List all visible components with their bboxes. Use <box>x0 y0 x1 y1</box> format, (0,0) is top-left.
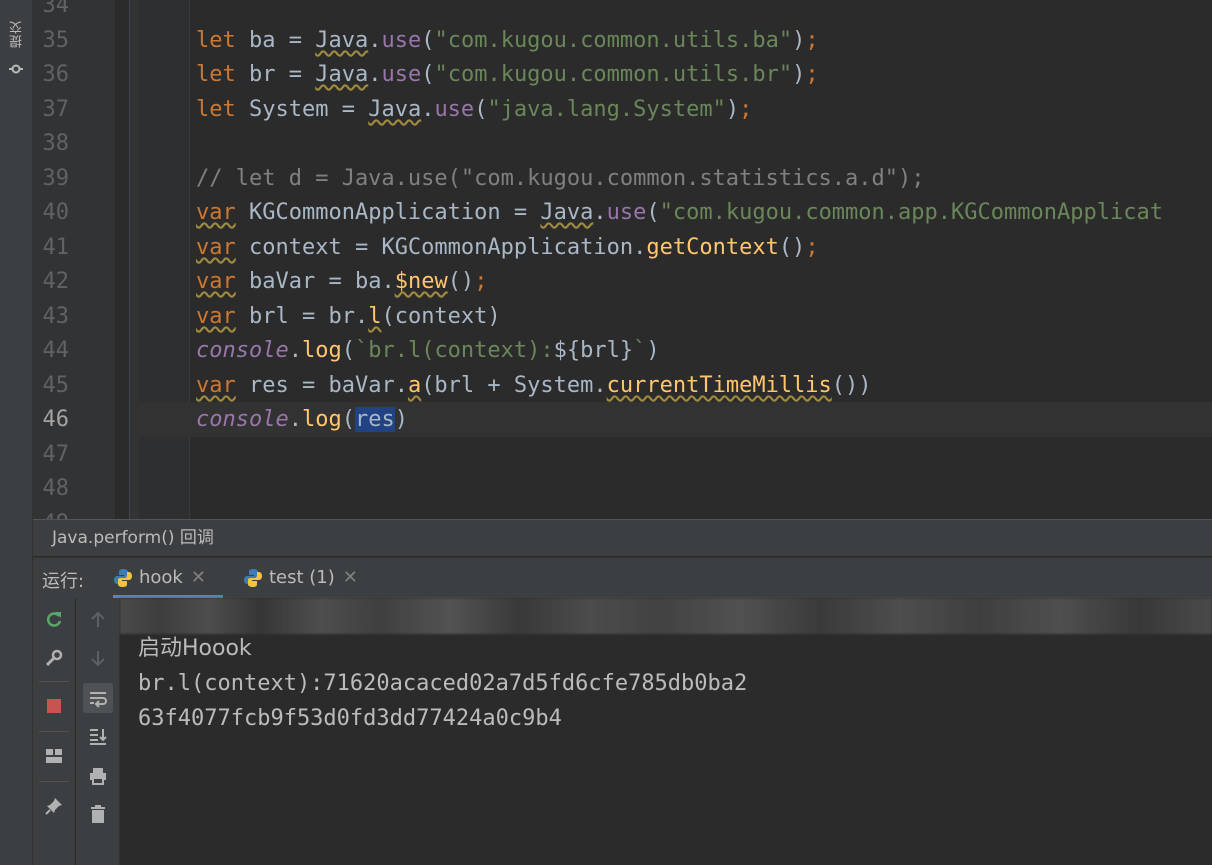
run-toolbar-primary <box>33 598 75 865</box>
line-number: 44 <box>42 338 70 363</box>
code-editor[interactable]: 34 35 36 37 38 39 40 41 42 43 44 45 46 4… <box>33 0 1212 519</box>
scroll-down-button[interactable] <box>84 644 112 672</box>
console-line: 启动Hoook <box>138 636 252 661</box>
line-number: 42 <box>42 269 70 294</box>
pin-icon <box>45 798 62 815</box>
line-number: 48 <box>42 476 70 501</box>
line-number: 40 <box>42 200 70 225</box>
scroll-to-end-icon <box>90 729 107 745</box>
tab-test-1[interactable]: test (1) ✕ <box>243 558 368 598</box>
line-number-current: 46 <box>42 407 70 432</box>
arrow-down-icon <box>91 651 105 667</box>
code-line-40[interactable]: var KGCommonApplication = Java.use("com.… <box>196 196 1163 230</box>
blurred-command-line <box>120 598 1212 634</box>
breadcrumb-label: Java.perform() 回调 <box>52 528 214 548</box>
left-tool-strip: 提交 <box>0 0 33 865</box>
soft-wrap-button[interactable] <box>83 683 113 713</box>
code-line-37[interactable]: let System = Java.use("java.lang.System"… <box>196 93 752 127</box>
line-number: 41 <box>42 235 70 260</box>
console-output[interactable]: 启动Hoook br.l(context):71620acaced02a7d5f… <box>120 598 1212 865</box>
layout-button[interactable] <box>40 742 68 770</box>
line-number: 39 <box>42 166 70 191</box>
commit-icon <box>9 64 23 74</box>
line-number: 34 <box>42 0 70 18</box>
line-number: 47 <box>42 442 70 467</box>
line-number: 36 <box>42 62 70 87</box>
python-icon <box>114 569 132 587</box>
code-line-43[interactable]: var brl = br.l(context) <box>196 300 501 334</box>
print-icon <box>90 768 106 785</box>
scroll-up-button[interactable] <box>84 606 112 634</box>
tab-hook[interactable]: hook ✕ <box>113 558 223 598</box>
commit-tool-tab[interactable]: 提交 <box>4 18 28 82</box>
scroll-to-end-button[interactable] <box>84 722 112 750</box>
code-line-45[interactable]: var res = baVar.a(brl + System.currentTi… <box>196 369 872 403</box>
print-button[interactable] <box>84 762 112 790</box>
line-number: 37 <box>42 97 70 122</box>
layout-icon <box>46 749 62 763</box>
console-line: br.l(context):71620acaced02a7d5fd6cfe785… <box>138 671 748 696</box>
code-line-41[interactable]: var context = KGCommonApplication.getCon… <box>196 231 819 265</box>
pin-tab-button[interactable] <box>40 792 68 820</box>
run-label: 运行: <box>42 571 85 592</box>
line-number: 38 <box>42 131 70 156</box>
line-number: 45 <box>42 373 70 398</box>
run-tool-window-header: 运行: hook ✕ test (1) ✕ <box>33 557 1212 598</box>
settings-button[interactable] <box>40 644 68 672</box>
code-line-39-comment[interactable]: // let d = Java.use("com.kugou.common.st… <box>196 162 924 196</box>
commit-tool-label: 提交 <box>10 20 25 48</box>
breadcrumb[interactable]: Java.perform() 回调 <box>33 520 1212 556</box>
tab-label: test (1) <box>269 567 335 588</box>
rerun-button[interactable] <box>40 606 68 634</box>
run-toolbar-secondary <box>76 598 120 865</box>
code-line-35[interactable]: let ba = Java.use("com.kugou.common.util… <box>196 24 819 58</box>
line-number: 43 <box>42 304 70 329</box>
trash-icon <box>91 805 105 823</box>
soft-wrap-icon <box>90 692 107 708</box>
wrench-icon <box>45 649 63 667</box>
tab-label: hook <box>139 567 183 588</box>
code-line-42[interactable]: var baVar = ba.$new(); <box>196 265 487 299</box>
selected-text: res <box>354 407 395 432</box>
rerun-icon <box>46 612 62 627</box>
clear-all-button[interactable] <box>84 800 112 828</box>
code-line-44[interactable]: console.log(`br.l(context):${brl}`) <box>196 334 660 368</box>
stop-icon <box>47 699 61 713</box>
code-line-46[interactable]: console.log(res) <box>196 403 408 437</box>
close-icon[interactable]: ✕ <box>191 567 206 588</box>
arrow-up-icon <box>91 611 105 627</box>
code-line-36[interactable]: let br = Java.use("com.kugou.common.util… <box>196 58 819 92</box>
python-icon <box>244 569 262 587</box>
line-number: 49 <box>33 507 70 519</box>
line-number: 35 <box>42 28 70 53</box>
console-line: 63f4077fcb9f53d0fd3dd77424a0c9b4 <box>138 706 562 731</box>
stop-button[interactable] <box>40 692 68 720</box>
close-icon[interactable]: ✕ <box>343 567 358 588</box>
